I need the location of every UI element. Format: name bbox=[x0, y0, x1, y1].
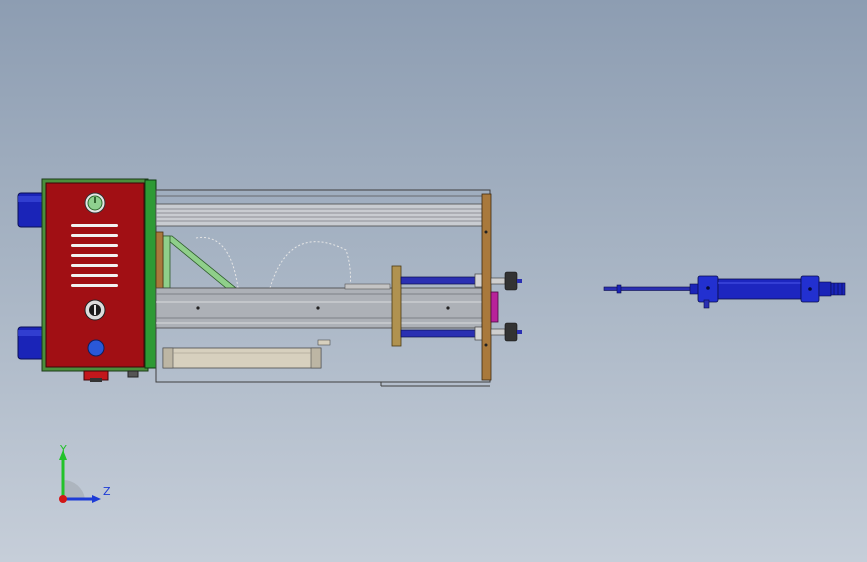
y-axis-label: Y bbox=[59, 443, 67, 456]
control-box[interactable] bbox=[41, 178, 149, 382]
upper-rail[interactable] bbox=[155, 203, 483, 227]
lower-piston-rod[interactable] bbox=[400, 326, 484, 341]
lower-roller-housing[interactable] bbox=[162, 339, 331, 369]
left-blue-cylinder-bottom[interactable] bbox=[17, 326, 45, 360]
upper-bolt[interactable] bbox=[490, 271, 522, 291]
upper-piston-rod[interactable] bbox=[400, 273, 484, 288]
cad-model-scene[interactable] bbox=[0, 0, 867, 562]
z-axis-label: Z bbox=[103, 485, 111, 498]
green-brace[interactable] bbox=[155, 231, 238, 293]
z-axis-arrowhead bbox=[92, 495, 101, 503]
guide-post[interactable] bbox=[391, 265, 402, 347]
pneumatic-cylinder[interactable] bbox=[603, 275, 846, 309]
left-blue-cylinder-top[interactable] bbox=[17, 192, 45, 228]
origin-dot-icon bbox=[59, 495, 67, 503]
coordinate-triad[interactable]: Y Z bbox=[50, 438, 120, 508]
lower-bolt[interactable] bbox=[490, 322, 522, 342]
blue-button-icon[interactable] bbox=[87, 339, 105, 357]
green-side-plate[interactable] bbox=[144, 179, 157, 369]
bottom-connector-red[interactable] bbox=[83, 370, 109, 382]
magenta-block[interactable] bbox=[490, 291, 499, 323]
bottom-connector-small[interactable] bbox=[127, 370, 139, 378]
cad-viewport[interactable]: Y Z bbox=[0, 0, 867, 562]
bronze-end-plate[interactable] bbox=[481, 193, 492, 381]
gauge-icon[interactable] bbox=[84, 192, 106, 214]
triad-plane-shading bbox=[63, 479, 85, 499]
central-rail[interactable] bbox=[155, 283, 483, 329]
selector-knob-icon[interactable] bbox=[84, 299, 106, 321]
